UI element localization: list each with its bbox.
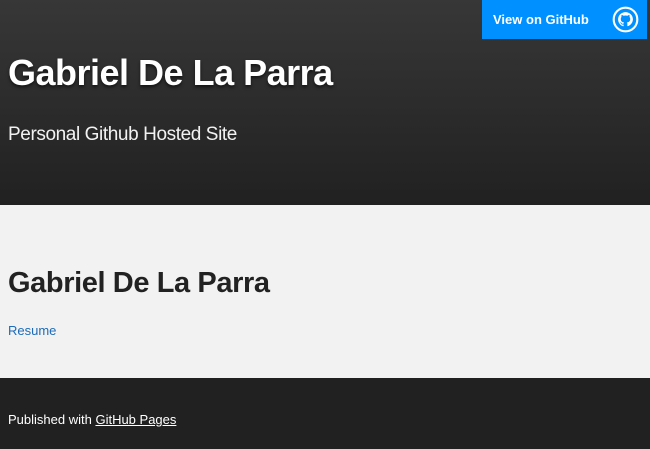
site-header: View on GitHub Gabriel De La Parra Perso… <box>0 0 650 205</box>
github-pages-link[interactable]: GitHub Pages <box>95 412 176 427</box>
resume-link[interactable]: Resume <box>8 323 56 338</box>
main-content: Gabriel De La Parra Resume <box>0 205 650 378</box>
view-on-github-label: View on GitHub <box>493 12 589 27</box>
footer-text: Published with GitHub Pages <box>8 412 176 427</box>
footer-prefix: Published with <box>8 412 92 427</box>
page-title: Gabriel De La Parra <box>8 267 270 299</box>
site-title: Gabriel De La Parra <box>8 52 333 93</box>
site-footer: Published with GitHub Pages <box>0 378 650 449</box>
site-tagline: Personal Github Hosted Site <box>8 124 237 145</box>
view-on-github-button[interactable]: View on GitHub <box>482 0 647 39</box>
github-octocat-icon <box>612 6 639 33</box>
